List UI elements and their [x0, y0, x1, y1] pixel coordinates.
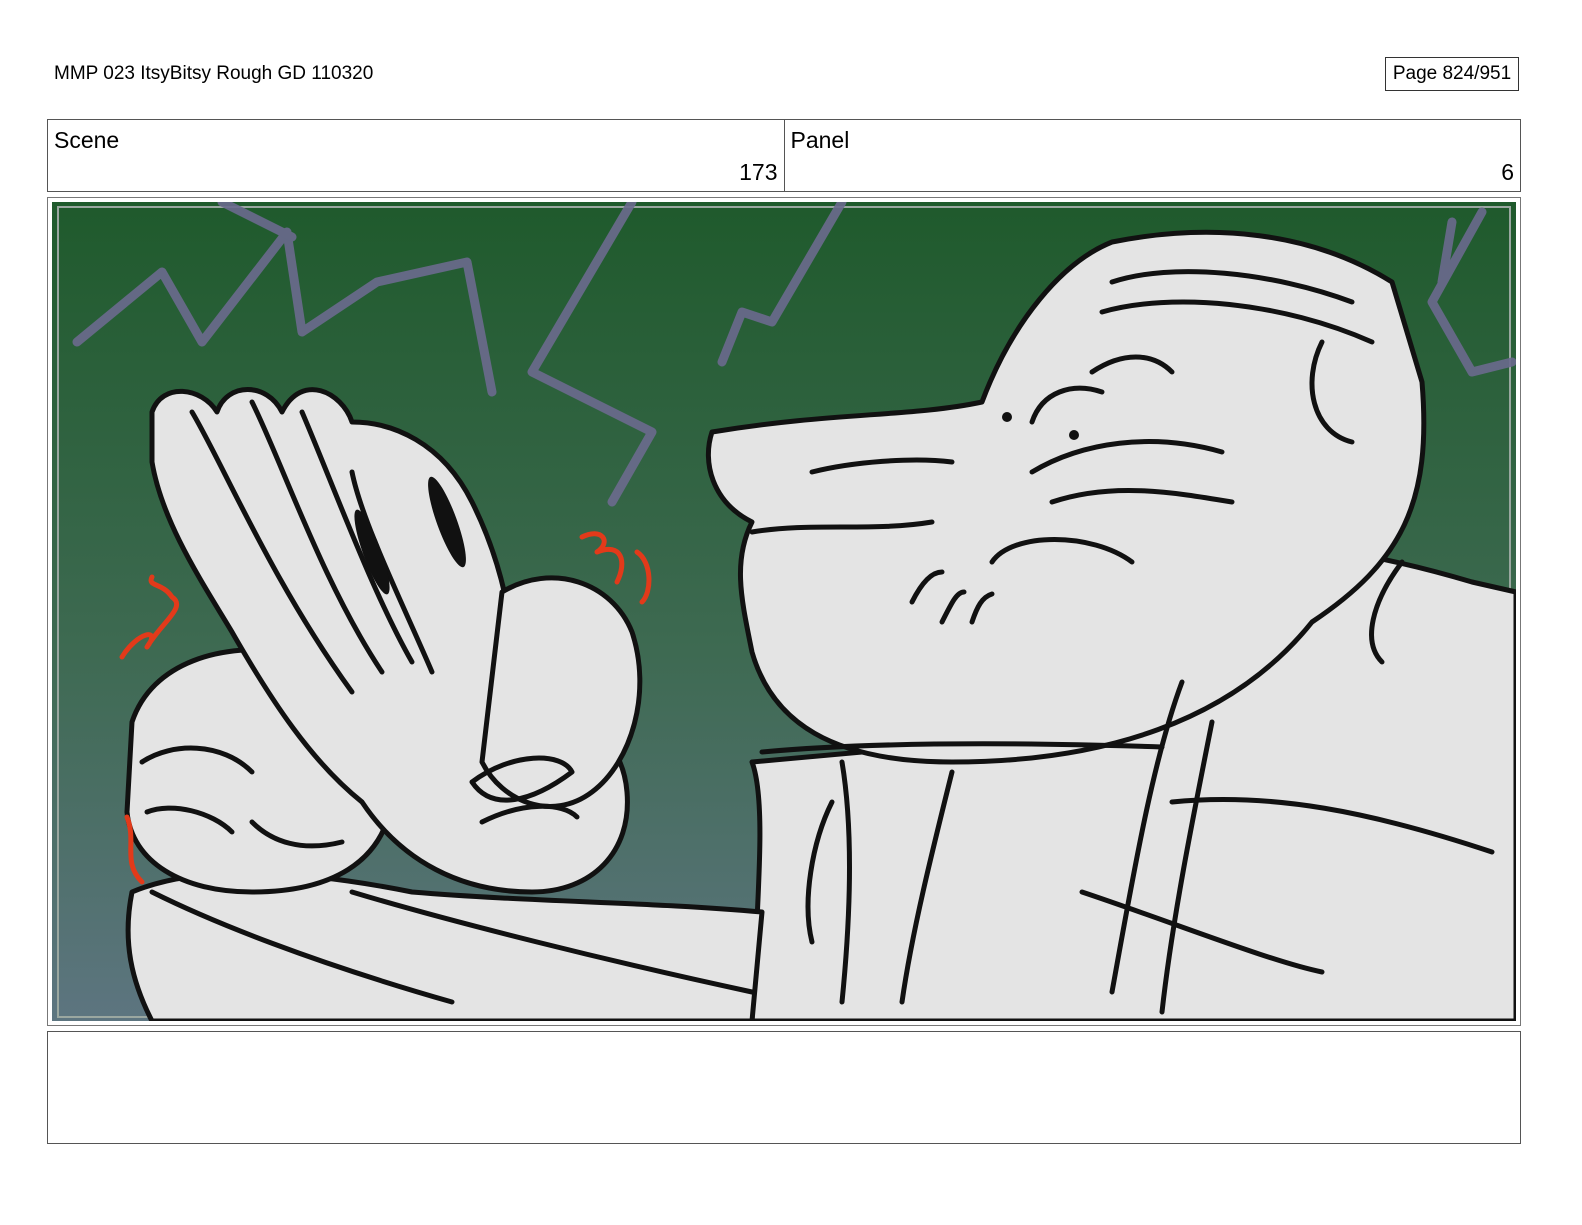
page-indicator: Page 824/951 — [1385, 57, 1519, 91]
panel-label: Panel — [790, 127, 850, 153]
scene-number: 173 — [739, 159, 778, 185]
storyboard-drawing — [52, 202, 1516, 1021]
panel-cell: Panel 6 — [783, 120, 1521, 191]
scene-panel-header: Scene 173 Panel 6 — [47, 119, 1521, 192]
document-title: MMP 023 ItsyBitsy Rough GD 110320 — [54, 63, 374, 84]
scene-cell: Scene 173 — [48, 120, 784, 191]
scene-label: Scene — [54, 127, 120, 153]
storyboard-frame — [47, 197, 1521, 1026]
panel-number: 6 — [1501, 159, 1514, 185]
panel-notes — [47, 1031, 1521, 1144]
